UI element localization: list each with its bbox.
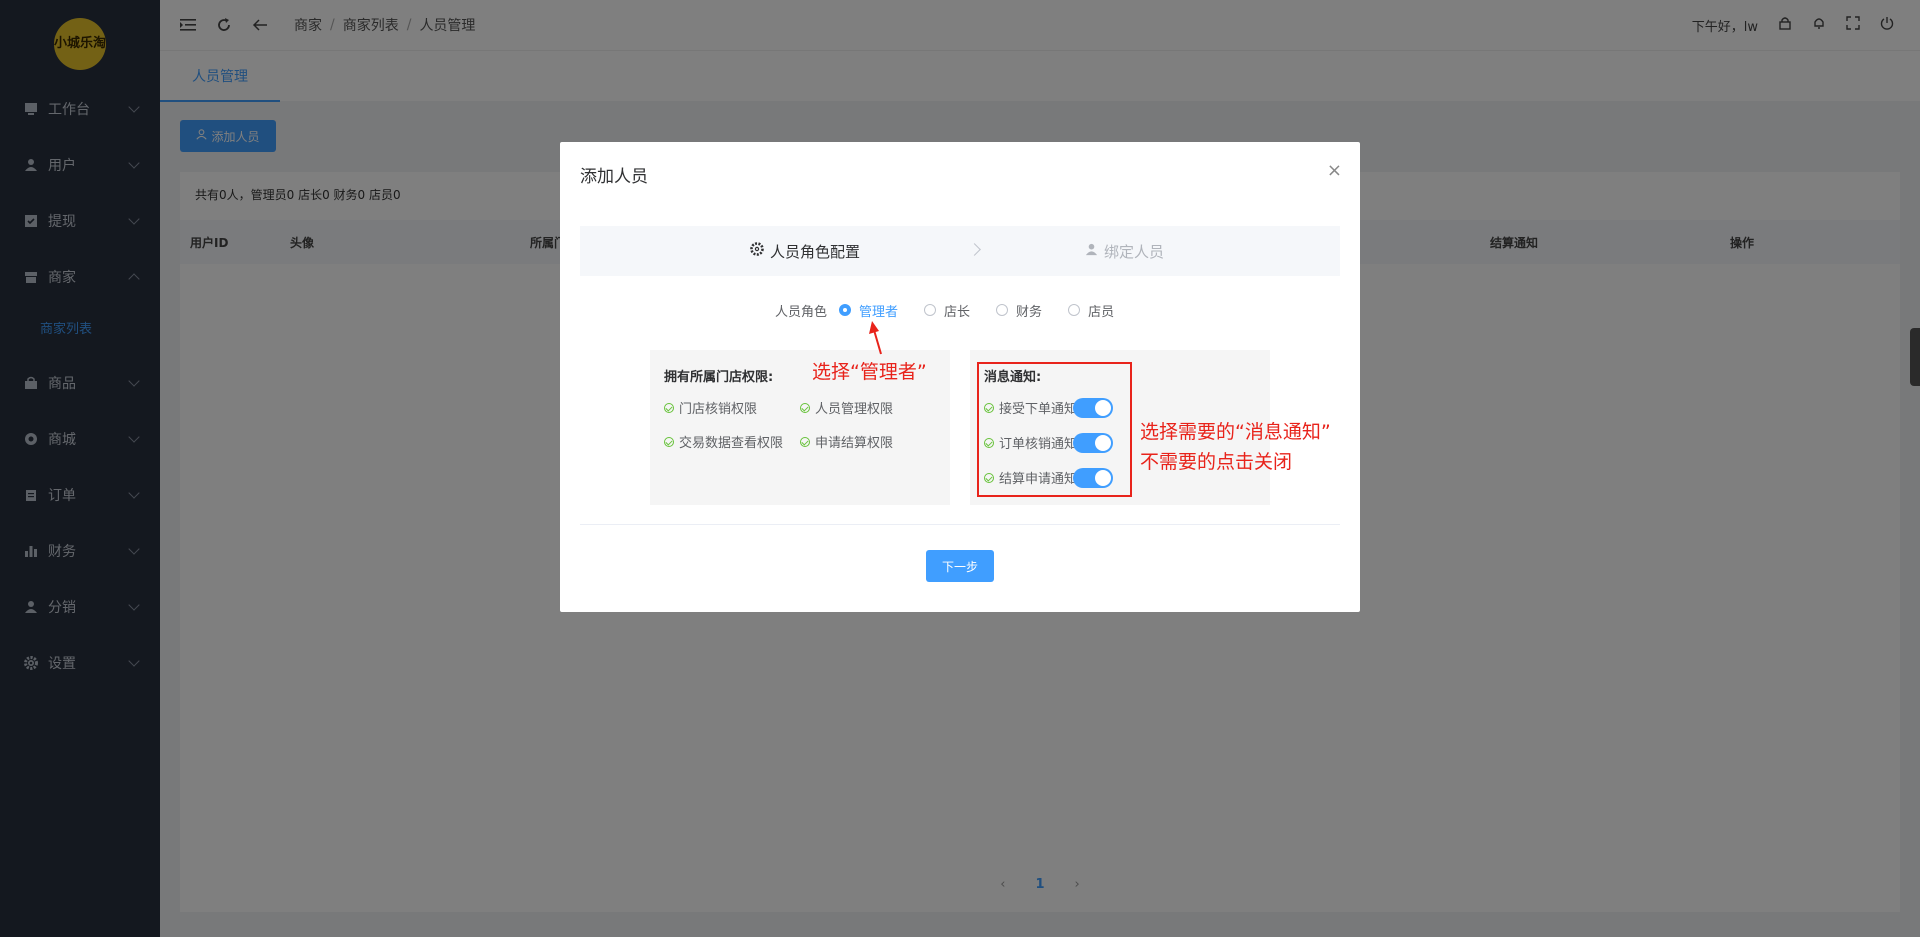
gear-icon — [750, 242, 764, 260]
role-label: 人员角色 — [775, 304, 828, 320]
check-circle-icon — [800, 402, 810, 413]
radio-manager[interactable]: 管理者 — [839, 301, 898, 320]
annotation-notify-line1: 选择需要的“消息通知” — [1140, 421, 1331, 443]
permissions-title: 拥有所属门店权限: — [664, 370, 774, 385]
check-circle-icon — [664, 436, 674, 447]
divider — [580, 524, 1340, 525]
step-bind-staff: 绑定人员 — [1085, 226, 1164, 276]
radio-finance[interactable]: 财务 — [996, 301, 1042, 320]
permission-item: 申请结算权限 — [800, 432, 893, 451]
permission-item: 门店核销权限 — [664, 398, 757, 417]
annotation-notify-line2: 不需要的点击关闭 — [1140, 451, 1293, 473]
chevron-right-icon — [968, 243, 981, 256]
check-circle-icon — [664, 402, 674, 413]
role-radio-group: 人员角色 管理者 店长 财务 店员 — [775, 300, 1140, 320]
permission-item: 交易数据查看权限 — [664, 432, 783, 451]
next-step-button[interactable]: 下一步 — [926, 550, 994, 582]
add-staff-dialog: 添加人员 × 人员角色配置 绑定人员 人员角色 管理者 店长 财务 店员 拥有所… — [560, 142, 1360, 612]
dialog-title: 添加人员 — [580, 167, 648, 187]
steps-bar: 人员角色配置 绑定人员 — [580, 226, 1340, 276]
close-icon[interactable]: × — [1327, 160, 1342, 181]
check-circle-icon — [800, 436, 810, 447]
step-role-config: 人员角色配置 — [750, 226, 860, 276]
annotation-highlight-box — [977, 362, 1132, 497]
radio-store-manager[interactable]: 店长 — [924, 301, 970, 320]
annotation-arrow-icon — [869, 321, 882, 355]
annotation-select-manager: 选择“管理者” — [812, 361, 927, 383]
permission-item: 人员管理权限 — [800, 398, 893, 417]
user-icon — [1085, 242, 1098, 260]
radio-clerk[interactable]: 店员 — [1068, 301, 1114, 320]
